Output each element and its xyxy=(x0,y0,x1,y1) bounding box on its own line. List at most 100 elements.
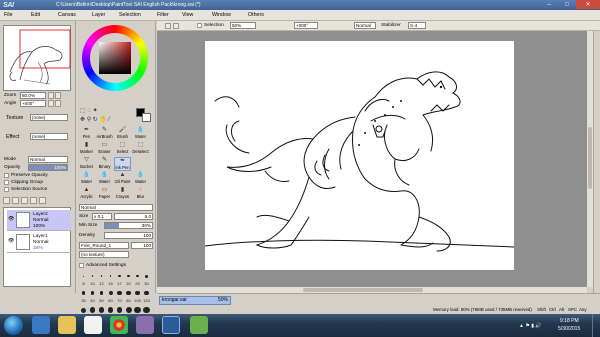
stabilizer-select[interactable]: S-4 xyxy=(408,22,426,29)
tool-marker[interactable]: ▮ Marker xyxy=(78,142,95,156)
tool-ink-pen[interactable]: ✒ Ink Pen xyxy=(114,157,131,171)
drawing-canvas[interactable] xyxy=(204,41,515,270)
menu-window[interactable]: Window xyxy=(212,10,231,21)
tool-paper[interactable]: ▭ Paper xyxy=(96,187,113,201)
visibility-eye-icon[interactable]: 👁 xyxy=(8,216,14,222)
brush-shape-select[interactable]: Fine_Round_1 xyxy=(79,242,129,249)
brush-size-preset[interactable]: 50 xyxy=(97,288,106,305)
lasso-icon[interactable]: ◌ xyxy=(87,108,91,114)
density-slider[interactable]: 100 xyxy=(104,232,153,239)
tool-airbrush[interactable]: ✎ AirBrush xyxy=(96,127,113,141)
brush-size-preset[interactable]: 120 xyxy=(142,288,151,305)
menu-others[interactable]: Others xyxy=(248,10,264,21)
minimize-button[interactable]: – xyxy=(540,0,558,9)
layer-row-layer2[interactable]: 👁 Layer2 Normal 100% xyxy=(7,210,71,231)
navigator-preview[interactable] xyxy=(3,25,71,91)
magic-wand-icon[interactable]: ✦ xyxy=(93,108,98,114)
brush-size-preset[interactable]: 70 xyxy=(115,288,124,305)
menu-layer[interactable]: Layer xyxy=(92,10,105,21)
menu-canvas[interactable]: Canvas xyxy=(58,10,76,21)
nav-rotate-left-button[interactable] xyxy=(48,100,54,107)
tool-eraser[interactable]: ▭ Eraser xyxy=(96,142,113,156)
tool-deselect[interactable]: ⬚ Deselect xyxy=(132,142,149,156)
saturation-value-square[interactable] xyxy=(99,42,131,74)
brush-size-preset[interactable]: 60 xyxy=(106,288,115,305)
brush-size-preset[interactable]: 80 xyxy=(124,288,133,305)
opacity-slider[interactable]: 100% xyxy=(28,164,68,171)
taskbar-game-icon[interactable] xyxy=(190,316,208,334)
delete-layer-button[interactable] xyxy=(30,196,37,204)
brush-size-preset[interactable]: 15 xyxy=(106,271,115,288)
new-folder-button[interactable] xyxy=(21,196,28,204)
min-size-slider[interactable]: 30% xyxy=(104,222,153,229)
move-icon[interactable]: ✥ xyxy=(80,117,85,123)
brush-size-preset[interactable]: 8 xyxy=(79,271,88,288)
zoom-icon[interactable]: ⚲ xyxy=(87,117,91,123)
brush-size-preset[interactable]: 30 xyxy=(142,271,151,288)
new-linework-layer-button[interactable] xyxy=(12,196,19,204)
advanced-settings-checkbox[interactable] xyxy=(79,263,84,268)
close-button[interactable]: ✕ xyxy=(576,0,600,9)
start-button[interactable] xyxy=(4,316,23,335)
eyedropper-icon[interactable]: ⁄ xyxy=(109,117,110,123)
brush-size-preset[interactable]: 25 xyxy=(133,271,142,288)
hand-icon[interactable]: ✋ xyxy=(99,117,106,123)
tray-icons[interactable]: ▲ ⚑ ▮ 🔊 xyxy=(519,323,542,329)
taskbar-ie-icon[interactable] xyxy=(32,316,50,334)
size-slider[interactable]: 5.0 xyxy=(114,213,153,220)
tool-water-3[interactable]: 💧 Water xyxy=(96,172,113,186)
menu-edit[interactable]: Edit xyxy=(31,10,40,21)
brush-texture-select[interactable]: (no texture) xyxy=(79,251,129,258)
brush-shape-value[interactable]: 100 xyxy=(131,242,153,249)
selection-checkbox[interactable] xyxy=(197,23,202,28)
tool-pen[interactable]: ✒ Pen xyxy=(78,127,95,141)
tool-crayon[interactable]: ▮ Crayon xyxy=(114,187,131,201)
menu-filter[interactable]: Filter xyxy=(157,10,169,21)
tool-blur[interactable]: ◌ Blur xyxy=(132,187,149,201)
taskbar-explorer-icon[interactable] xyxy=(58,316,76,334)
taskbar-app-icon[interactable] xyxy=(136,316,154,334)
tool-oil-paint[interactable]: ▲ Oil Paint xyxy=(114,172,131,186)
visibility-eye-icon[interactable]: 👁 xyxy=(8,238,14,244)
texture-select[interactable]: (none) xyxy=(30,114,68,121)
merge-down-button[interactable] xyxy=(39,196,46,204)
new-layer-button[interactable] xyxy=(3,196,10,204)
rect-select-icon[interactable]: ⬚ xyxy=(80,108,86,114)
nav-rotate-right-button[interactable] xyxy=(55,100,61,107)
nav-angle-field[interactable]: +000° xyxy=(20,100,46,107)
taskbar-date[interactable]: 5/30/2015 xyxy=(558,326,580,332)
tool-select[interactable]: ⬚ Select xyxy=(114,142,131,156)
preserve-opacity-checkbox[interactable] xyxy=(4,173,9,178)
nav-zoom-field[interactable]: 50.0% xyxy=(20,92,46,99)
clipping-group-checkbox[interactable] xyxy=(4,180,9,185)
tool-brush[interactable]: 🖌 Brush xyxy=(114,127,131,141)
zoom-select[interactable]: 50% xyxy=(230,22,256,29)
maximize-button[interactable]: □ xyxy=(558,0,576,9)
canvas-tab[interactable]: kroogar.sai 50% xyxy=(159,296,231,305)
brush-size-preset[interactable]: 35 xyxy=(79,288,88,305)
brush-size-preset[interactable]: 40 xyxy=(88,288,97,305)
vertical-scroll-thumb[interactable] xyxy=(588,127,592,189)
effect-select[interactable]: (none) xyxy=(30,133,68,140)
mode-select[interactable]: Normal xyxy=(28,156,68,163)
tool-water-4[interactable]: 💧 Water xyxy=(132,172,149,186)
angle-field[interactable]: +000° xyxy=(294,22,318,29)
brush-size-preset[interactable]: 20 xyxy=(124,271,133,288)
tool-acrylic[interactable]: ▲ Acrylic xyxy=(78,187,95,201)
menu-selection[interactable]: Selection xyxy=(119,10,141,21)
layer-row-layer1[interactable]: 👁 Layer1 Normal 34% xyxy=(7,232,71,253)
undo-button[interactable] xyxy=(165,23,171,29)
rotate-icon[interactable]: ↻ xyxy=(93,117,98,123)
tool-water[interactable]: 💧 Water xyxy=(132,127,149,141)
brush-size-preset[interactable]: 100 xyxy=(133,288,142,305)
color-wheel[interactable] xyxy=(82,25,148,91)
brush-size-preset[interactable]: 12 xyxy=(97,271,106,288)
taskbar-sai-icon[interactable] xyxy=(162,316,180,334)
menu-file[interactable]: File xyxy=(4,10,13,21)
nav-zoom-out-button[interactable] xyxy=(48,92,54,99)
selection-source-checkbox[interactable] xyxy=(4,187,9,192)
blend-select[interactable]: Normal xyxy=(354,22,376,29)
nav-zoom-in-button[interactable] xyxy=(55,92,61,99)
brush-blend-select[interactable]: Normal xyxy=(79,204,153,211)
size-multiplier-select[interactable]: x 0.1 xyxy=(92,213,112,220)
